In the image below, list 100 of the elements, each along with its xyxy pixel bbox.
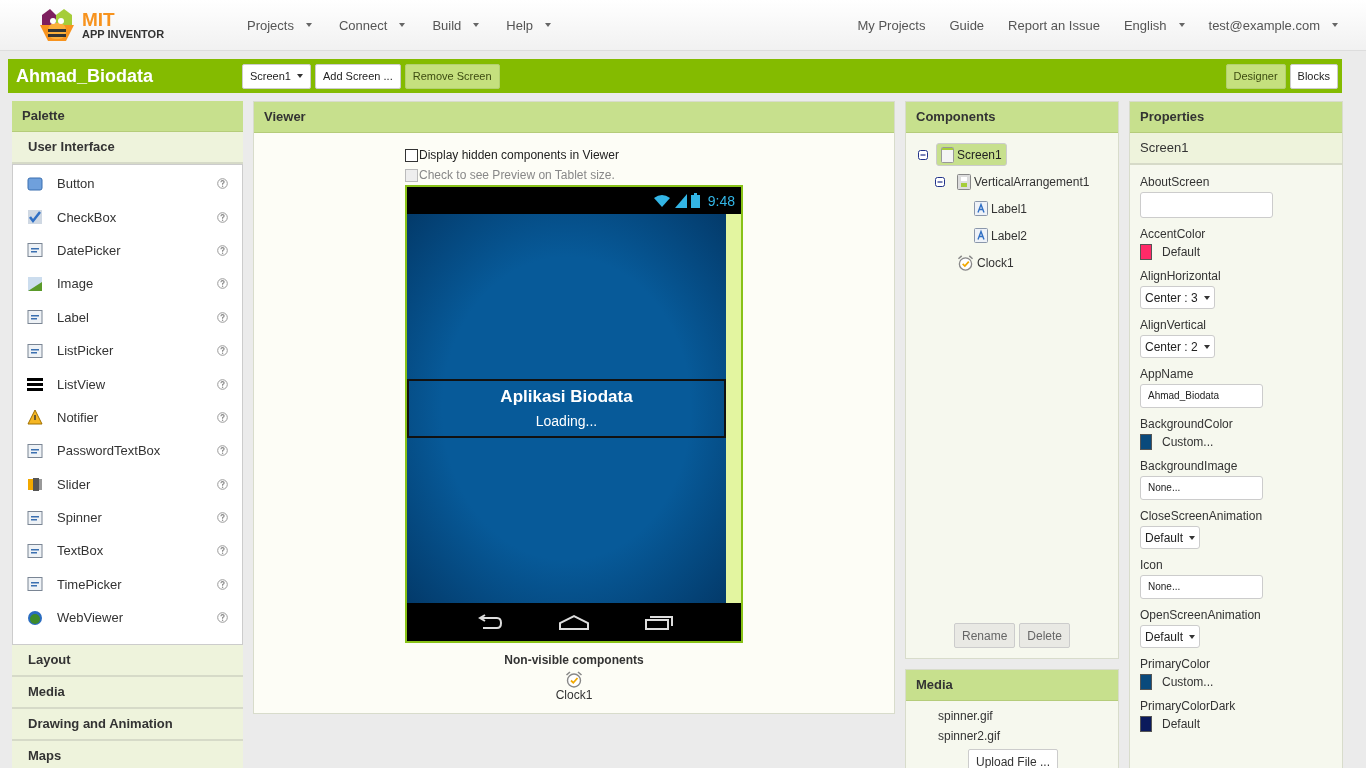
palette-item[interactable]: DatePicker — [57, 242, 217, 258]
property-name: AlignVertical — [1140, 318, 1207, 332]
palette-item[interactable]: Slider — [57, 476, 217, 492]
color-swatch[interactable] — [1140, 434, 1152, 450]
dropdown[interactable]: Default — [1140, 625, 1201, 648]
color-value[interactable]: Default — [1162, 245, 1201, 259]
color-swatch[interactable] — [1140, 674, 1152, 690]
collapse-toggle-icon[interactable] — [935, 176, 945, 187]
text-field[interactable]: Ahmad_Biodata — [1140, 384, 1263, 408]
help-icon[interactable] — [217, 578, 228, 590]
help-icon[interactable] — [217, 278, 228, 290]
project-title: Ahmad_Biodata — [16, 65, 155, 87]
help-icon[interactable] — [217, 378, 228, 390]
palette-item[interactable]: Spinner — [57, 510, 217, 526]
palette-item[interactable]: Label — [57, 309, 217, 325]
screen-icon — [941, 146, 954, 163]
menu-item[interactable]: My Projects — [857, 17, 926, 33]
screen-dropdown[interactable]: Screen1 — [242, 63, 311, 89]
menu-item[interactable]: Report an Issue — [1008, 17, 1100, 33]
checkbox[interactable] — [405, 148, 418, 162]
toolbar-button[interactable]: Add Screen ... — [315, 63, 401, 89]
palette-category[interactable]: Maps — [12, 741, 243, 768]
dropdown[interactable]: Default — [1140, 526, 1201, 549]
palette-category[interactable]: User Interface — [12, 132, 243, 164]
alarm-clock-icon — [565, 671, 583, 688]
color-value[interactable]: Custom... — [1162, 435, 1214, 449]
battery-icon — [690, 193, 700, 208]
signal-icon — [674, 193, 687, 208]
globe-icon — [27, 609, 43, 626]
text-field[interactable]: None... — [1140, 575, 1263, 599]
help-icon[interactable] — [217, 411, 228, 423]
menu-item[interactable]: test@example.com — [1208, 17, 1338, 33]
help-icon[interactable] — [217, 612, 228, 624]
palette-category[interactable]: Media — [12, 677, 243, 710]
palette-category[interactable]: Drawing and Animation — [12, 709, 243, 742]
menu-item[interactable]: English — [1123, 17, 1185, 33]
palette-item[interactable]: TimePicker — [57, 576, 217, 592]
menu-item[interactable]: Guide — [949, 17, 985, 33]
arrangement-icon — [957, 173, 971, 190]
property-name: AboutScreen — [1140, 175, 1210, 189]
menu-item[interactable]: Projects — [247, 17, 312, 33]
text-area[interactable] — [1140, 192, 1273, 218]
palette-item[interactable]: TextBox — [57, 543, 217, 559]
recents-icon[interactable] — [645, 614, 673, 630]
wifi-icon — [652, 193, 671, 208]
view-tab[interactable]: Designer — [1225, 63, 1286, 89]
palette-category[interactable]: Layout — [12, 645, 243, 678]
palette-item[interactable]: Button — [57, 176, 217, 192]
letter-icon — [974, 201, 988, 216]
panel-header: Palette — [12, 101, 243, 132]
color-swatch[interactable] — [1140, 244, 1152, 260]
help-icon[interactable] — [217, 211, 228, 223]
palette-item[interactable]: Image — [57, 276, 217, 292]
palette-item[interactable]: ListView — [57, 376, 217, 392]
palette-item[interactable]: ListPicker — [57, 343, 217, 359]
media-file[interactable]: spinner2.gif — [938, 729, 1001, 743]
dropdown[interactable]: Center : 2 — [1140, 335, 1215, 358]
palette-item[interactable]: CheckBox — [57, 209, 217, 225]
tree-node[interactable]: Label1 — [970, 199, 1032, 218]
help-icon[interactable] — [217, 244, 228, 256]
property-name: AccentColor — [1140, 227, 1206, 241]
property-name: BackgroundImage — [1140, 459, 1238, 473]
tree-node[interactable]: VerticalArrangement1 — [953, 171, 1094, 192]
nonvisible-component[interactable]: Clock1 — [555, 688, 593, 702]
property-name: PrimaryColor — [1140, 657, 1210, 671]
help-icon[interactable] — [217, 311, 228, 323]
help-icon[interactable] — [217, 345, 228, 357]
menu-item[interactable]: Connect — [338, 17, 406, 33]
collapse-toggle-icon[interactable] — [918, 149, 928, 160]
media-file[interactable]: spinner.gif — [938, 709, 993, 723]
help-icon[interactable] — [217, 545, 228, 557]
nonvisible-title: Non-visible components — [504, 653, 644, 667]
palette-item[interactable]: PasswordTextBox — [57, 443, 217, 459]
checkbox-label: Check to see Preview on Tablet size. — [419, 168, 615, 182]
help-icon[interactable] — [217, 445, 228, 457]
caret-icon — [297, 74, 303, 78]
button-icon — [27, 175, 43, 192]
text-field[interactable]: None... — [1140, 476, 1263, 500]
tree-node[interactable]: Screen1 — [936, 143, 1007, 166]
menu-item[interactable]: Build — [432, 17, 480, 33]
help-icon[interactable] — [217, 178, 228, 190]
palette-item[interactable]: Notifier — [57, 409, 217, 425]
property-name: AppName — [1140, 367, 1194, 381]
color-value[interactable]: Custom... — [1162, 675, 1214, 689]
property-name: AlignHorizontal — [1140, 269, 1221, 283]
home-icon[interactable] — [559, 614, 589, 630]
property-name: Icon — [1140, 558, 1163, 572]
help-icon[interactable] — [217, 478, 228, 490]
color-value[interactable]: Default — [1162, 717, 1201, 731]
dropdown[interactable]: Center : 3 — [1140, 286, 1215, 309]
tree-node[interactable]: Clock1 — [953, 252, 1018, 273]
menu-item[interactable]: Help — [506, 17, 552, 33]
view-tab[interactable]: Blocks — [1289, 63, 1338, 89]
slider-icon — [27, 476, 43, 493]
upload-button[interactable]: Upload File ... — [968, 749, 1059, 768]
palette-item[interactable]: WebViewer — [57, 610, 217, 626]
help-icon[interactable] — [217, 512, 228, 524]
tree-node[interactable]: Label2 — [970, 226, 1032, 245]
color-swatch[interactable] — [1140, 716, 1152, 732]
panel-header: Properties — [1130, 102, 1342, 133]
